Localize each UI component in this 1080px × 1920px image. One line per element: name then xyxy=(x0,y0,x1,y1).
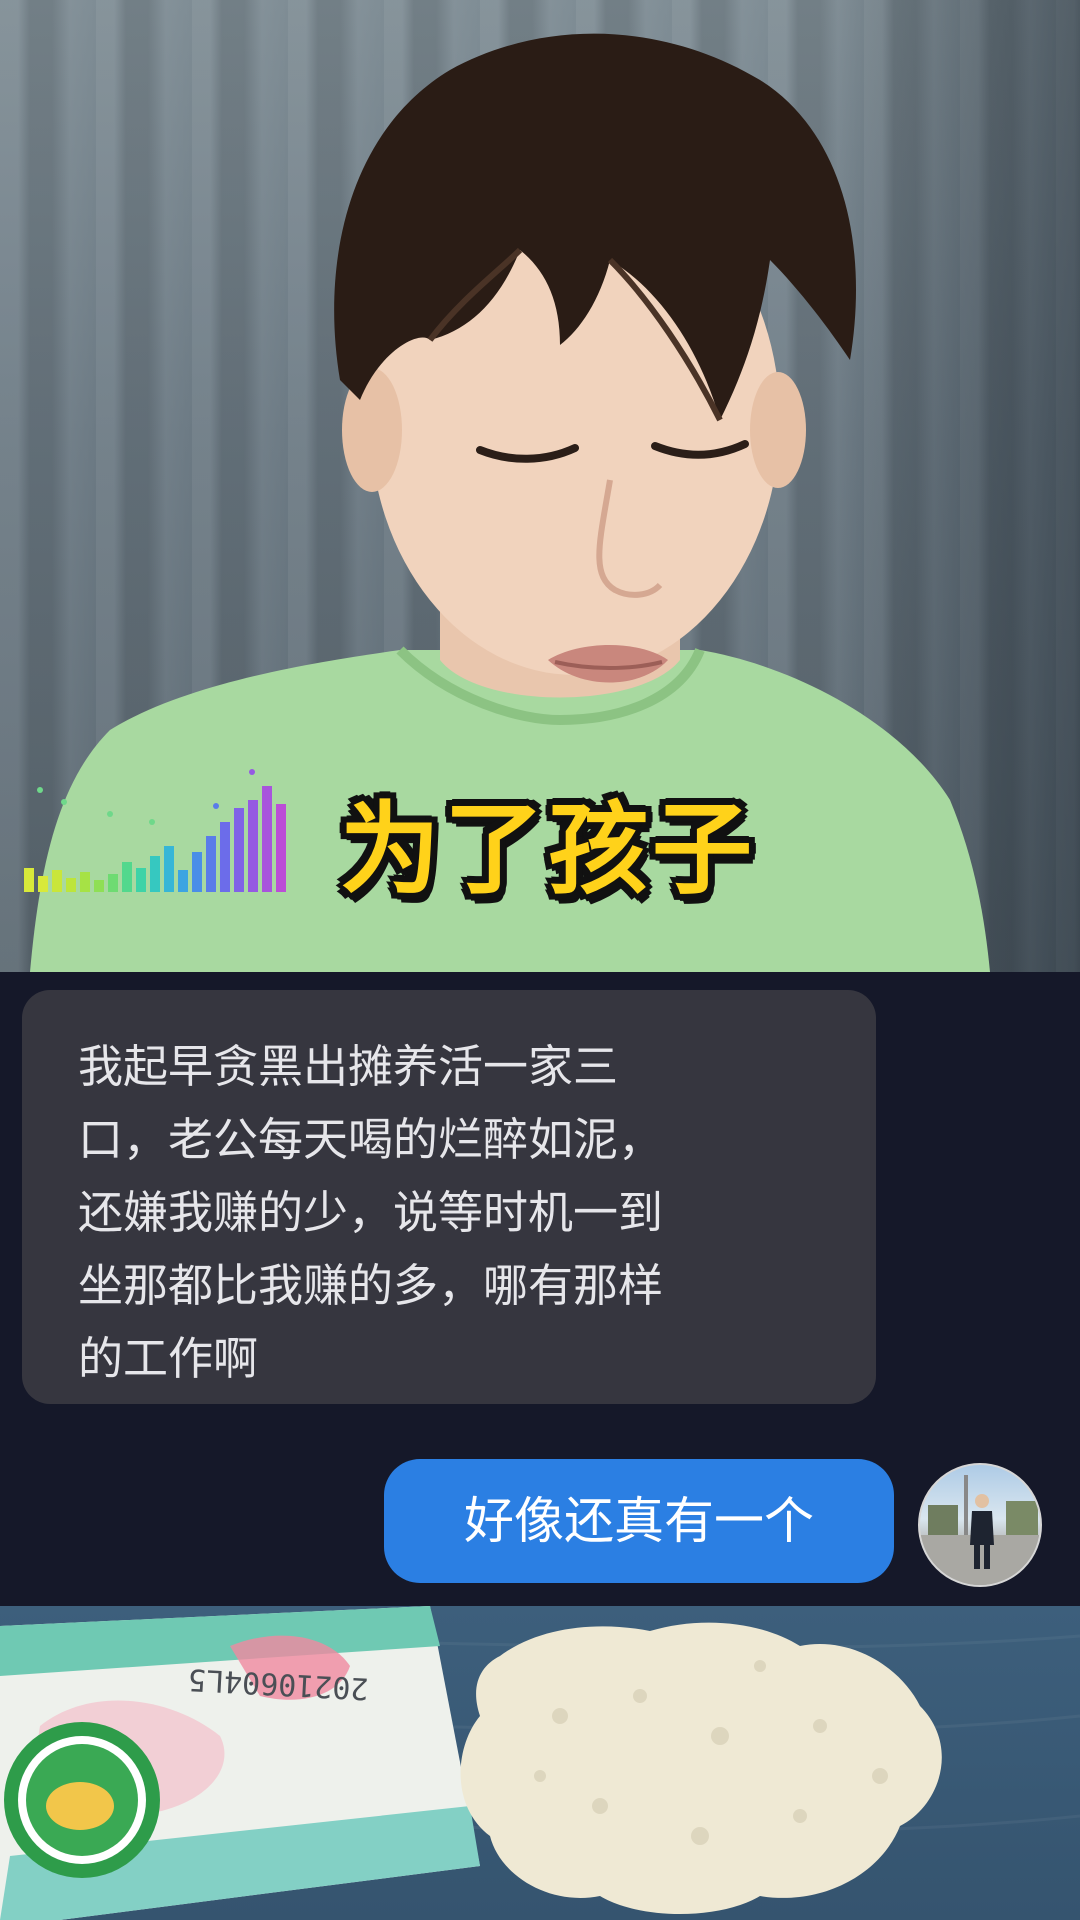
video-subtitle: 为了孩子 xyxy=(340,791,756,908)
video-frame-bottom: 20210604L5 xyxy=(0,1606,1080,1920)
audio-equalizer-icon xyxy=(24,769,286,892)
avatar[interactable] xyxy=(918,1463,1042,1587)
outgoing-message-bubble: 好像还真有一个 xyxy=(384,1459,894,1583)
snack-scene xyxy=(0,1606,1080,1920)
message-line: 我起早贪黑出摊养活一家三 xyxy=(78,1040,619,1093)
message-line: 坐那都比我赚的多，哪有那样 xyxy=(78,1259,664,1312)
avatar-photo xyxy=(920,1475,1040,1585)
message-line: 的工作啊 xyxy=(78,1332,259,1385)
video-frame-top: 为了孩子 xyxy=(0,0,1080,972)
chat-thread: 我起早贪黑出摊养活一家三 口，老公每天喝的烂醉如泥， 还嫌我赚的少，说等时机一到… xyxy=(0,972,1080,1606)
message-line: 还嫌我赚的少，说等时机一到 xyxy=(78,1186,664,1239)
message-line: 口，老公每天喝的烂醉如泥， xyxy=(78,1113,664,1166)
incoming-message-bubble: 我起早贪黑出摊养活一家三 口，老公每天喝的烂醉如泥， 还嫌我赚的少，说等时机一到… xyxy=(22,990,876,1404)
